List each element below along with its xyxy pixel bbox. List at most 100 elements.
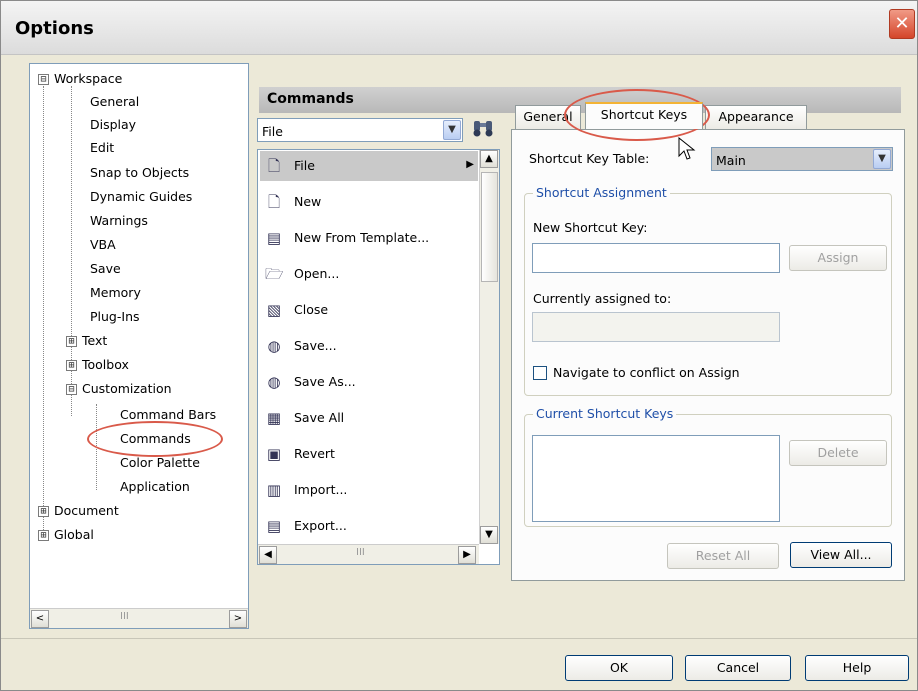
tab-appearance[interactable]: Appearance [705, 105, 807, 129]
scroll-grip-icon: III [356, 547, 365, 558]
list-item-open[interactable]: 🗁 Open... [260, 259, 478, 289]
list-item-save[interactable]: ◍ Save... [260, 331, 478, 361]
command-category-select[interactable]: File ▼ [257, 118, 463, 142]
tree-item-warnings[interactable]: Warnings [90, 212, 148, 230]
cancel-button[interactable]: Cancel [685, 655, 791, 681]
expand-icon[interactable]: ⊞ [38, 530, 49, 541]
scroll-down-button[interactable]: ▼ [480, 526, 498, 544]
tree-item-save[interactable]: Save [90, 260, 121, 278]
expand-icon[interactable]: ⊞ [38, 506, 49, 517]
tree-item-label: Dynamic Guides [90, 189, 193, 204]
tree-item-label: Plug-Ins [90, 309, 140, 324]
options-tree[interactable]: ⊟ Workspace General Display Edit Snap to… [29, 63, 249, 629]
commands-horizontal-scrollbar[interactable]: ◀ III ▶ [258, 544, 479, 564]
expand-icon[interactable]: ⊞ [66, 360, 77, 371]
shortcut-key-table-select[interactable]: Main ▼ [711, 147, 893, 171]
tree-item-vba[interactable]: VBA [90, 236, 116, 254]
list-item-label: Import... [294, 482, 348, 497]
list-item-revert[interactable]: ▣ Revert [260, 439, 478, 469]
list-item-label: File [294, 158, 315, 173]
tree-item-color-palette[interactable]: Color Palette [120, 454, 200, 472]
command-category-value: File [262, 124, 283, 139]
tree-item-snap-to-objects[interactable]: Snap to Objects [90, 164, 189, 182]
currently-assigned-field [532, 312, 780, 342]
tree-item-label: Memory [90, 285, 141, 300]
chevron-down-icon[interactable]: ▼ [873, 149, 891, 169]
assign-button[interactable]: Assign [789, 245, 887, 271]
list-item-file[interactable]: 🗋 File ▶ [260, 151, 478, 181]
commands-vertical-scrollbar[interactable]: ▲ ▼ [479, 150, 499, 544]
save-as-icon: ◍ [267, 373, 281, 391]
list-item-new[interactable]: 🗋 New [260, 187, 478, 217]
list-item-save-as[interactable]: ◍ Save As... [260, 367, 478, 397]
tree-item-commands[interactable]: Commands [120, 430, 191, 448]
tree-horizontal-scrollbar[interactable]: < III > [30, 608, 248, 628]
chevron-down-icon[interactable]: ▼ [443, 120, 461, 140]
collapse-icon[interactable]: ⊟ [66, 384, 77, 395]
navigate-conflict-label: Navigate to conflict on Assign [553, 365, 740, 380]
scroll-left-button[interactable]: < [31, 610, 49, 628]
tree-item-memory[interactable]: Memory [90, 284, 141, 302]
new-shortcut-key-input[interactable] [532, 243, 780, 273]
commands-list[interactable]: 🗋 File ▶ 🗋 New ▤ New From Template... 🗁 … [257, 149, 500, 565]
close-button[interactable]: ✕ [889, 9, 915, 39]
current-shortcut-keys-title: Current Shortcut Keys [533, 406, 677, 421]
list-item-export[interactable]: ▤ Export... [260, 511, 478, 541]
tree-item-label: General [90, 94, 140, 109]
help-button[interactable]: Help [805, 655, 909, 681]
scroll-thumb[interactable] [481, 172, 498, 282]
tree-connector [43, 86, 44, 536]
find-binoculars-icon[interactable] [471, 119, 495, 143]
collapse-icon[interactable]: ⊟ [38, 74, 49, 85]
new-document-icon: 🗋 [267, 193, 281, 211]
file-icon: 🗋 [267, 157, 281, 175]
tab-general[interactable]: General [515, 105, 581, 129]
tree-item-dynamic-guides[interactable]: Dynamic Guides [90, 188, 192, 206]
scroll-right-button[interactable]: ▶ [458, 546, 476, 564]
tree-item-label: Snap to Objects [90, 165, 190, 180]
scroll-right-button[interactable]: > [229, 610, 247, 628]
list-item-label: New From Template... [294, 230, 430, 245]
list-item-close[interactable]: ▧ Close [260, 295, 478, 325]
tree-item-general[interactable]: General [90, 93, 139, 111]
tree-item-label: VBA [90, 237, 116, 252]
list-item-label: Save... [294, 338, 337, 353]
tree-item-display[interactable]: Display [90, 116, 136, 134]
tree-item-label: Customization [82, 381, 172, 396]
list-item-save-all[interactable]: ▦ Save All [260, 403, 478, 433]
tree-item-label: Commands [120, 431, 191, 446]
expand-icon[interactable]: ⊞ [66, 336, 77, 347]
tree-item-label: Application [120, 479, 190, 494]
ok-button[interactable]: OK [565, 655, 673, 681]
tree-item-edit[interactable]: Edit [90, 139, 114, 157]
tree-item-label: Warnings [90, 213, 148, 228]
tab-shortcut-keys[interactable]: Shortcut Keys [585, 102, 703, 129]
current-shortcut-keys-list[interactable] [532, 435, 780, 522]
mouse-cursor-icon [678, 137, 696, 160]
tree-item-plug-ins[interactable]: Plug-Ins [90, 308, 140, 326]
save-all-icon: ▦ [266, 409, 282, 427]
delete-button[interactable]: Delete [789, 440, 887, 466]
tree-item-command-bars[interactable]: Command Bars [120, 406, 216, 424]
footer-separator [1, 638, 917, 639]
currently-assigned-label: Currently assigned to: [533, 291, 672, 306]
new-shortcut-key-label: New Shortcut Key: [533, 220, 648, 235]
tree-item-application[interactable]: Application [120, 478, 190, 496]
options-dialog: Options ✕ ⊟ Workspace General Display Ed… [0, 0, 918, 691]
scroll-up-button[interactable]: ▲ [480, 150, 498, 168]
list-item-label: Export... [294, 518, 347, 533]
tree-item-label: Edit [90, 140, 115, 155]
list-item-new-from-template[interactable]: ▤ New From Template... [260, 223, 478, 253]
tree-item-label: Toolbox [82, 357, 129, 372]
navigate-conflict-checkbox[interactable] [533, 366, 547, 380]
tree-item-label: Document [54, 503, 119, 518]
reset-all-button[interactable]: Reset All [667, 543, 779, 569]
save-icon: ◍ [267, 337, 281, 355]
tree-item-label: Workspace [54, 71, 123, 86]
view-all-button[interactable]: View All... [790, 542, 892, 568]
scroll-grip-icon: III [120, 611, 129, 622]
scroll-left-button[interactable]: ◀ [259, 546, 277, 564]
list-item-label: Open... [294, 266, 340, 281]
tree-item-label: Text [82, 333, 108, 348]
list-item-import[interactable]: ▥ Import... [260, 475, 478, 505]
